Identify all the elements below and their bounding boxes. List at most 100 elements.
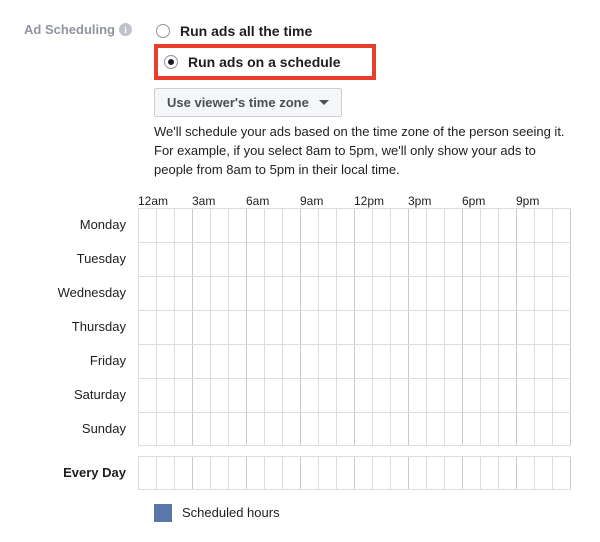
hour-cell[interactable] — [211, 277, 229, 310]
hour-cell[interactable] — [499, 457, 517, 489]
hour-cell[interactable] — [211, 209, 229, 242]
hour-cell[interactable] — [391, 209, 409, 242]
hour-cell[interactable] — [319, 243, 337, 276]
hour-cell[interactable] — [337, 379, 355, 412]
hour-cell[interactable] — [427, 209, 445, 242]
hour-cell[interactable] — [427, 413, 445, 445]
radio-run-all-time[interactable]: Run ads all the time — [154, 20, 576, 42]
hour-cell[interactable] — [139, 379, 157, 412]
hour-cell[interactable] — [427, 345, 445, 378]
hour-cell[interactable] — [553, 209, 571, 242]
hour-cell[interactable] — [193, 413, 211, 445]
day-cells[interactable] — [138, 276, 571, 310]
hour-cell[interactable] — [175, 209, 193, 242]
hour-cell[interactable] — [499, 311, 517, 344]
hour-cell[interactable] — [463, 379, 481, 412]
radio-run-on-schedule[interactable]: Run ads on a schedule — [162, 51, 342, 73]
hour-cell[interactable] — [481, 379, 499, 412]
hour-cell[interactable] — [355, 345, 373, 378]
hour-cell[interactable] — [373, 209, 391, 242]
hour-cell[interactable] — [517, 345, 535, 378]
info-icon[interactable]: i — [119, 23, 132, 36]
hour-cell[interactable] — [355, 379, 373, 412]
hour-cell[interactable] — [211, 345, 229, 378]
hour-cell[interactable] — [355, 209, 373, 242]
hour-cell[interactable] — [373, 345, 391, 378]
hour-cell[interactable] — [211, 457, 229, 489]
hour-cell[interactable] — [211, 379, 229, 412]
hour-cell[interactable] — [373, 311, 391, 344]
hour-cell[interactable] — [445, 277, 463, 310]
hour-cell[interactable] — [319, 311, 337, 344]
hour-cell[interactable] — [391, 243, 409, 276]
hour-cell[interactable] — [247, 209, 265, 242]
hour-cell[interactable] — [409, 243, 427, 276]
hour-cell[interactable] — [157, 413, 175, 445]
hour-cell[interactable] — [499, 277, 517, 310]
hour-cell[interactable] — [175, 243, 193, 276]
hour-cell[interactable] — [481, 311, 499, 344]
hour-cell[interactable] — [499, 345, 517, 378]
hour-cell[interactable] — [409, 277, 427, 310]
hour-cell[interactable] — [139, 277, 157, 310]
hour-cell[interactable] — [247, 379, 265, 412]
hour-cell[interactable] — [157, 311, 175, 344]
hour-cell[interactable] — [139, 413, 157, 445]
hour-cell[interactable] — [409, 457, 427, 489]
hour-cell[interactable] — [391, 345, 409, 378]
hour-cell[interactable] — [229, 277, 247, 310]
hour-cell[interactable] — [517, 413, 535, 445]
hour-cell[interactable] — [409, 311, 427, 344]
hour-cell[interactable] — [535, 457, 553, 489]
hour-cell[interactable] — [337, 413, 355, 445]
hour-cell[interactable] — [463, 457, 481, 489]
hour-cell[interactable] — [283, 379, 301, 412]
hour-cell[interactable] — [481, 209, 499, 242]
day-cells[interactable] — [138, 412, 571, 446]
hour-cell[interactable] — [247, 413, 265, 445]
hour-cell[interactable] — [265, 379, 283, 412]
hour-cell[interactable] — [193, 379, 211, 412]
hour-cell[interactable] — [391, 277, 409, 310]
hour-cell[interactable] — [499, 209, 517, 242]
hour-cell[interactable] — [301, 457, 319, 489]
hour-cell[interactable] — [445, 243, 463, 276]
hour-cell[interactable] — [193, 457, 211, 489]
hour-cell[interactable] — [463, 345, 481, 378]
hour-cell[interactable] — [193, 277, 211, 310]
hour-cell[interactable] — [499, 243, 517, 276]
timezone-dropdown[interactable]: Use viewer's time zone — [154, 88, 342, 117]
hour-cell[interactable] — [229, 209, 247, 242]
hour-cell[interactable] — [553, 311, 571, 344]
hour-cell[interactable] — [139, 345, 157, 378]
hour-cell[interactable] — [553, 345, 571, 378]
hour-cell[interactable] — [409, 413, 427, 445]
hour-cell[interactable] — [391, 379, 409, 412]
hour-cell[interactable] — [247, 311, 265, 344]
hour-cell[interactable] — [337, 345, 355, 378]
hour-cell[interactable] — [445, 311, 463, 344]
hour-cell[interactable] — [427, 243, 445, 276]
hour-cell[interactable] — [517, 311, 535, 344]
hour-cell[interactable] — [139, 311, 157, 344]
hour-cell[interactable] — [175, 457, 193, 489]
hour-cell[interactable] — [373, 243, 391, 276]
hour-cell[interactable] — [499, 379, 517, 412]
hour-cell[interactable] — [499, 413, 517, 445]
hour-cell[interactable] — [553, 379, 571, 412]
hour-cell[interactable] — [535, 345, 553, 378]
hour-cell[interactable] — [535, 413, 553, 445]
hour-cell[interactable] — [157, 277, 175, 310]
hour-cell[interactable] — [157, 379, 175, 412]
hour-cell[interactable] — [283, 311, 301, 344]
hour-cell[interactable] — [157, 243, 175, 276]
hour-cell[interactable] — [445, 379, 463, 412]
hour-cell[interactable] — [229, 413, 247, 445]
hour-cell[interactable] — [463, 209, 481, 242]
hour-cell[interactable] — [373, 457, 391, 489]
hour-cell[interactable] — [463, 311, 481, 344]
hour-cell[interactable] — [427, 457, 445, 489]
hour-cell[interactable] — [175, 379, 193, 412]
hour-cell[interactable] — [373, 379, 391, 412]
hour-cell[interactable] — [247, 277, 265, 310]
